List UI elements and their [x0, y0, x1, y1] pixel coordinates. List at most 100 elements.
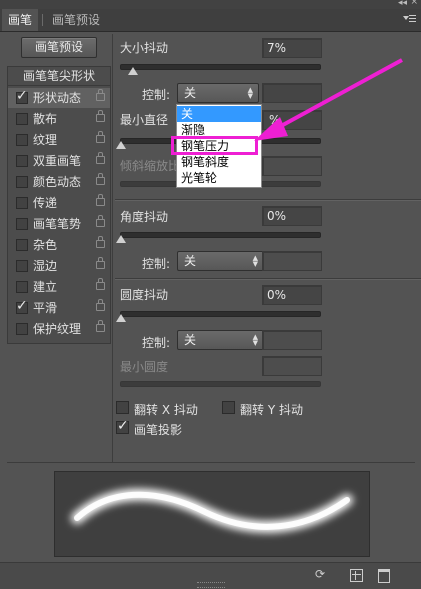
angle-control-select[interactable]: 关 ▲ ▼ — [177, 251, 264, 271]
lock-icon[interactable] — [96, 89, 105, 101]
list-item-transfer[interactable]: 传递 — [8, 193, 110, 213]
list-item-color-dynamics[interactable]: 颜色动态 — [8, 172, 110, 192]
tab-brush-presets[interactable]: 画笔预设 — [46, 9, 106, 31]
angle-jitter-label: 角度抖动 — [120, 210, 169, 224]
section-divider — [115, 199, 421, 201]
slider-thumb[interactable] — [128, 67, 138, 75]
list-item-label: 画笔笔势 — [33, 217, 82, 231]
checkbox[interactable] — [16, 134, 28, 146]
dropdown-item-pen-tilt[interactable]: 钢笔斜度 — [177, 154, 261, 170]
roundness-control-amount — [262, 330, 322, 350]
slider-thumb[interactable] — [116, 141, 126, 149]
lock-icon[interactable] — [96, 194, 105, 206]
list-item-scattering[interactable]: 散布 — [8, 109, 110, 129]
check-mark-icon: ✓ — [117, 418, 129, 434]
tab-separator — [42, 14, 43, 26]
list-item-label: 形状动态 — [33, 91, 82, 105]
lock-icon[interactable] — [96, 257, 105, 269]
checkbox[interactable] — [16, 218, 28, 230]
min-roundness-label: 最小圆度 — [120, 360, 169, 374]
preview-divider — [7, 462, 415, 463]
lock-icon[interactable] — [96, 131, 105, 143]
min-roundness-slider — [120, 381, 321, 387]
checkbox[interactable] — [16, 113, 28, 125]
brush-projection-checkbox[interactable]: ✓ — [116, 418, 129, 434]
angle-jitter-slider[interactable] — [120, 232, 321, 238]
bottom-toolbar: ⟳ — [0, 562, 421, 589]
control-label: 控制: — [142, 336, 171, 350]
section-divider — [115, 278, 421, 280]
lock-icon[interactable] — [96, 215, 105, 227]
tab-brush[interactable]: 画笔 — [2, 9, 39, 31]
checkbox[interactable] — [16, 323, 28, 335]
min-diameter-label: 最小直径 — [120, 113, 169, 127]
close-panel-icon[interactable]: × — [410, 0, 418, 7]
list-item-texture[interactable]: 纹理 — [8, 130, 110, 150]
list-item-brush-pose[interactable]: 画笔笔势 — [8, 214, 110, 234]
list-item-noise[interactable]: 杂色 — [8, 235, 110, 255]
list-item-build-up[interactable]: 建立 — [8, 277, 110, 297]
checkbox[interactable] — [16, 176, 28, 188]
checkbox[interactable]: ✓ — [16, 298, 28, 314]
list-item-label: 建立 — [33, 280, 58, 294]
tilt-scale-input — [262, 156, 322, 176]
new-brush-icon[interactable] — [378, 569, 390, 583]
list-item-label: 纹理 — [33, 133, 58, 147]
angle-jitter-input[interactable]: 0% — [262, 206, 322, 226]
list-item-label: 杂色 — [33, 238, 58, 252]
check-mark-icon: ✓ — [16, 298, 28, 314]
lock-icon[interactable] — [96, 278, 105, 290]
lock-icon[interactable] — [96, 173, 105, 185]
tab-bar: 画笔 画笔预设 — [0, 9, 421, 32]
dropdown-item-stylus-wheel[interactable]: 光笔轮 — [177, 170, 261, 186]
updown-arrows-icon: ▲ ▼ — [252, 333, 258, 347]
list-item-dual-brush[interactable]: 双重画笔 — [8, 151, 110, 171]
flip-y-label: 翻转 Y 抖动 — [240, 403, 303, 417]
angle-control-amount — [262, 251, 322, 271]
lock-icon[interactable] — [96, 110, 105, 122]
lock-icon[interactable] — [96, 152, 105, 164]
toggle-hardness-icon[interactable]: ⟳ — [315, 567, 325, 581]
list-item-protect-texture[interactable]: 保护纹理 — [8, 319, 110, 339]
panel-top-bar: ◂◂ × — [0, 0, 421, 9]
resize-grip[interactable] — [197, 582, 225, 588]
check-mark-icon: ✓ — [16, 88, 28, 104]
list-item-label: 散布 — [33, 112, 58, 126]
lock-icon[interactable] — [96, 320, 105, 332]
checkbox[interactable] — [16, 155, 28, 167]
lock-icon[interactable] — [96, 236, 105, 248]
checkbox[interactable] — [16, 260, 28, 272]
checkbox[interactable] — [16, 239, 28, 251]
panel-menu-icon[interactable] — [403, 14, 416, 25]
list-item-smoothing[interactable]: ✓ 平滑 — [8, 298, 110, 318]
list-item-wet-edges[interactable]: 湿边 — [8, 256, 110, 276]
flip-x-checkbox[interactable] — [116, 401, 129, 414]
list-item-label: 平滑 — [33, 301, 58, 315]
checkbox[interactable] — [16, 197, 28, 209]
size-jitter-label: 大小抖动 — [120, 41, 169, 55]
slider-thumb[interactable] — [116, 235, 126, 243]
checkbox[interactable]: ✓ — [16, 88, 28, 104]
list-item-label: 湿边 — [33, 259, 58, 273]
brush-presets-button[interactable]: 画笔预设 — [21, 37, 97, 58]
checkbox[interactable] — [16, 281, 28, 293]
roundness-jitter-input[interactable]: 0% — [262, 285, 322, 305]
control-label: 控制: — [142, 88, 171, 102]
slider-thumb[interactable] — [116, 314, 126, 322]
collapse-icon[interactable]: ◂◂ — [398, 0, 407, 8]
brush-options-list: 画笔笔尖形状 ✓ 形状动态 散布 纹理 双重画笔 颜色动态 传递 画笔笔势 杂色 — [7, 66, 111, 344]
tilt-scale-label: 倾斜缩放比 — [120, 159, 181, 173]
roundness-control-select[interactable]: 关 ▲ ▼ — [177, 330, 264, 350]
create-brush-grid-icon[interactable] — [350, 569, 363, 582]
list-item-label: 传递 — [33, 196, 58, 210]
control-select-value: 关 — [184, 254, 197, 268]
roundness-jitter-slider[interactable] — [120, 311, 321, 317]
brush-stroke-graphic — [71, 488, 353, 533]
flip-y-checkbox[interactable] — [222, 401, 235, 414]
panel-divider — [112, 34, 113, 462]
brush-stroke-preview — [54, 471, 370, 557]
lock-icon[interactable] — [96, 299, 105, 311]
list-item-shape-dynamics[interactable]: ✓ 形状动态 — [8, 88, 110, 108]
brush-tip-shape-item[interactable]: 画笔笔尖形状 — [8, 67, 110, 86]
brush-projection-label: 画笔投影 — [134, 423, 183, 437]
